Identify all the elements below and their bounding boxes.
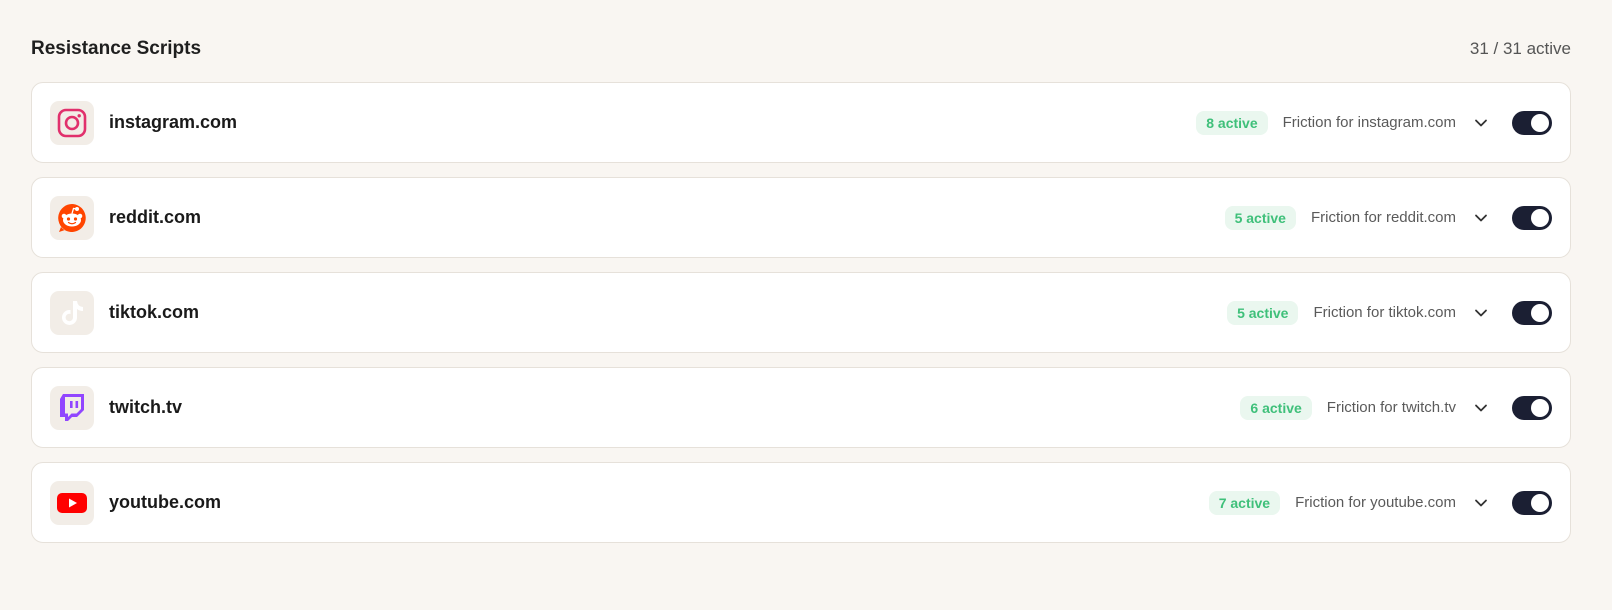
site-domain: reddit.com: [109, 207, 202, 227]
toggle-knob: [1531, 113, 1549, 132]
reddit-icon: [50, 195, 94, 240]
site-domain: twitch.tv: [109, 397, 183, 417]
site-card-reddit[interactable]: reddit.com 5 active Friction for reddit.…: [31, 177, 1571, 258]
panel-title: Resistance Scripts: [31, 38, 202, 59]
tiktok-icon: [50, 290, 94, 335]
site-domain: tiktok.com: [109, 302, 200, 322]
site-description: Friction for youtube.com: [1295, 494, 1456, 511]
site-card-instagram[interactable]: instagram.com 8 active Friction for inst…: [31, 82, 1571, 163]
site-description: Friction for tiktok.com: [1313, 304, 1456, 321]
active-scripts-badge: 5 active: [1227, 300, 1299, 325]
site-list: instagram.com 8 active Friction for inst…: [31, 82, 1571, 543]
active-scripts-badge: 8 active: [1196, 110, 1268, 135]
site-domain: instagram.com: [109, 112, 238, 132]
site-enabled-toggle[interactable]: [1512, 490, 1552, 515]
active-count: 31 / 31 active: [1469, 39, 1571, 58]
resistance-scripts-panel: Resistance Scripts 31 / 31 active instag…: [31, 34, 1571, 543]
twitch-icon: [50, 385, 94, 430]
chevron-down-icon[interactable]: [1474, 211, 1488, 225]
site-description: Friction for reddit.com: [1310, 209, 1456, 226]
site-card-tiktok[interactable]: tiktok.com 5 active Friction for tiktok.…: [31, 272, 1571, 353]
active-scripts-badge: 5 active: [1224, 205, 1296, 230]
toggle-knob: [1531, 493, 1549, 512]
active-scripts-badge: 6 active: [1240, 395, 1312, 420]
site-enabled-toggle[interactable]: [1512, 110, 1552, 135]
youtube-icon: [50, 480, 94, 525]
site-enabled-toggle[interactable]: [1512, 205, 1552, 230]
toggle-knob: [1531, 208, 1549, 227]
toggle-knob: [1531, 303, 1549, 322]
chevron-down-icon[interactable]: [1474, 306, 1488, 320]
toggle-knob: [1531, 398, 1549, 417]
site-card-twitch[interactable]: twitch.tv 6 active Friction for twitch.t…: [31, 367, 1571, 448]
site-enabled-toggle[interactable]: [1512, 300, 1552, 325]
panel-header: Resistance Scripts 31 / 31 active: [31, 34, 1571, 64]
chevron-down-icon[interactable]: [1474, 116, 1488, 130]
site-domain: youtube.com: [109, 492, 222, 512]
site-description: Friction for instagram.com: [1282, 114, 1456, 131]
chevron-down-icon[interactable]: [1474, 401, 1488, 415]
site-enabled-toggle[interactable]: [1512, 395, 1552, 420]
site-description: Friction for twitch.tv: [1326, 399, 1456, 416]
chevron-down-icon[interactable]: [1474, 496, 1488, 510]
site-card-youtube[interactable]: youtube.com 7 active Friction for youtub…: [31, 462, 1571, 543]
active-scripts-badge: 7 active: [1208, 490, 1281, 515]
instagram-icon: [50, 100, 94, 145]
